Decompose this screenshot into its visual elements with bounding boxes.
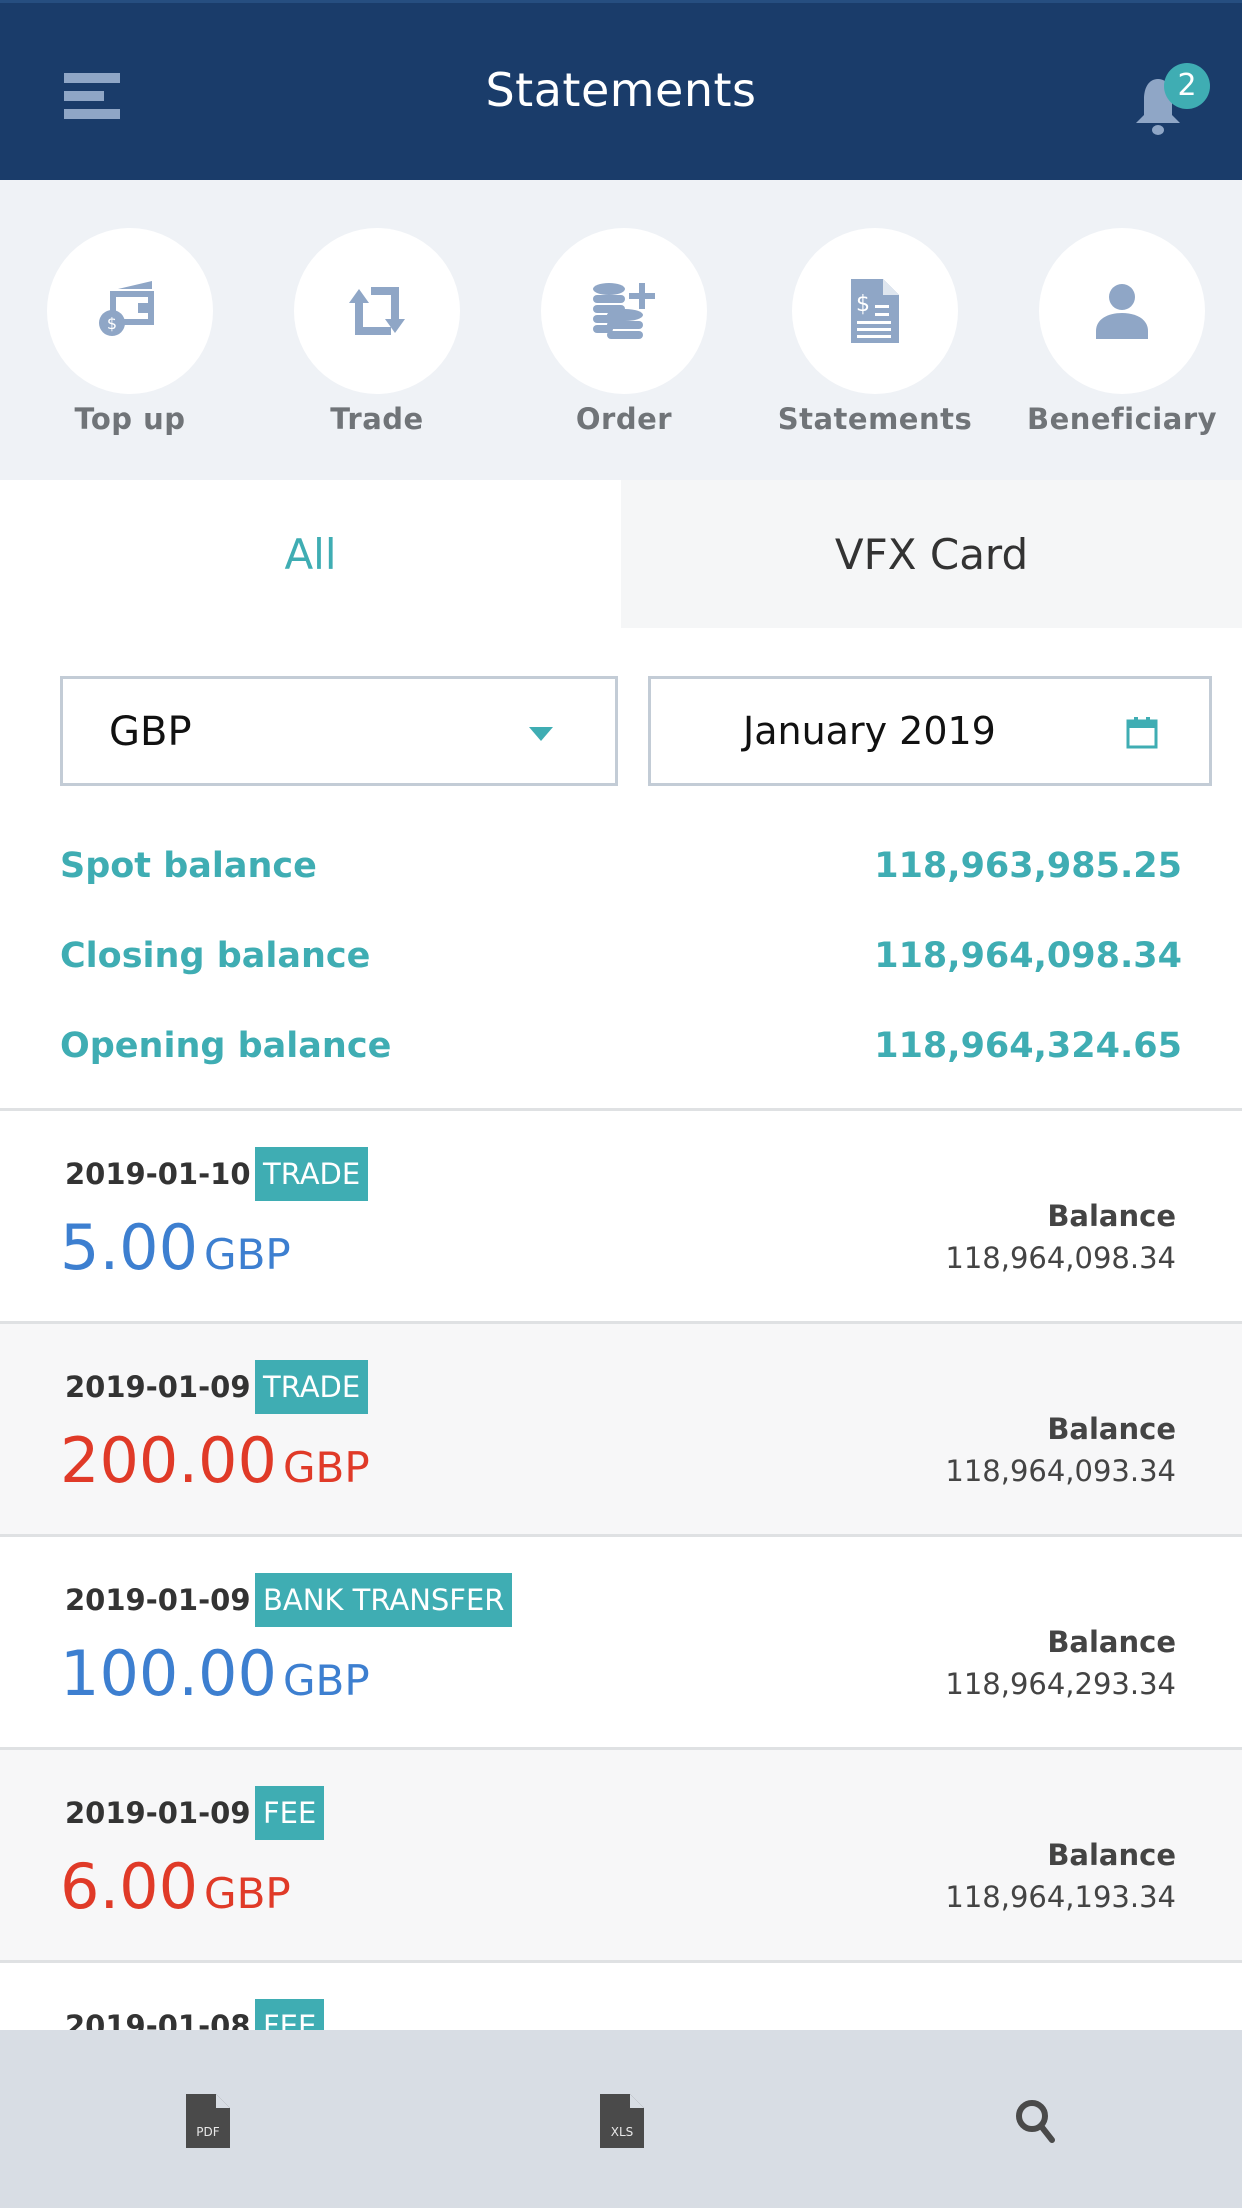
transaction-date: 2019-01-09 — [65, 1370, 251, 1404]
transaction-type-badge: BANK TRANSFER — [255, 1573, 513, 1627]
action-trade[interactable]: Trade — [277, 228, 477, 436]
transaction-amount: 200.00 GBP — [60, 1424, 370, 1497]
notification-badge: 2 — [1164, 63, 1210, 109]
tab-vfx-card[interactable]: VFX Card — [621, 480, 1242, 628]
running-balance-value: 118,964,293.34 — [945, 1667, 1176, 1701]
balance-label: Closing balance — [60, 936, 371, 976]
spot-balance-row: Spot balance 118,963,985.25 — [60, 846, 1182, 896]
transaction-type-badge: TRADE — [255, 1147, 369, 1201]
transaction-type-badge: TRADE — [255, 1360, 369, 1414]
export-xls-button[interactable]: XLS — [414, 2030, 828, 2208]
notifications-button[interactable]: 2 — [1120, 63, 1210, 143]
transaction-row[interactable]: 2019-01-09 FEE 6.00 GBP Balance 118,964,1… — [0, 1750, 1242, 1963]
action-label: Trade — [330, 402, 424, 436]
wallet-icon: $ — [99, 281, 154, 336]
transaction-date: 2019-01-09 — [65, 1583, 251, 1617]
running-balance-value: 118,964,093.34 — [945, 1454, 1176, 1488]
person-icon — [1096, 284, 1148, 339]
transaction-amount: 6.00 GBP — [60, 1850, 291, 1923]
action-label: Beneficiary — [1026, 402, 1218, 436]
transaction-row[interactable]: 2019-01-09 TRADE 200.00 GBP Balance 118,9… — [0, 1324, 1242, 1537]
balance-label: Opening balance — [60, 1026, 392, 1066]
transaction-row[interactable]: 2019-01-09 BANK TRANSFER 100.00 GBP Balan… — [0, 1537, 1242, 1750]
running-balance-label: Balance — [1047, 1412, 1176, 1446]
transaction-amount: 100.00 GBP — [60, 1637, 370, 1710]
currency-value: GBP — [109, 709, 192, 755]
running-balance-value: 118,964,193.34 — [945, 1880, 1176, 1914]
statement-document-icon: $ — [851, 279, 899, 343]
running-balance-label: Balance — [1047, 1199, 1176, 1233]
balance-value: 118,963,985.25 — [874, 846, 1182, 886]
search-button[interactable] — [828, 2030, 1242, 2208]
running-balance-label: Balance — [1047, 1625, 1176, 1659]
action-order[interactable]: Order — [524, 228, 724, 436]
balance-value: 118,964,098.34 — [874, 936, 1182, 976]
app-header: Statements 2 — [0, 0, 1242, 180]
svg-text:PDF: PDF — [196, 2125, 219, 2139]
transaction-date: 2019-01-10 — [65, 1157, 251, 1191]
action-beneficiary[interactable]: Beneficiary — [1022, 228, 1222, 436]
chevron-down-icon — [529, 727, 553, 741]
transaction-amount: 5.00 GBP — [60, 1211, 291, 1284]
period-value: January 2019 — [743, 709, 996, 753]
action-label: Statements — [777, 402, 973, 436]
pdf-file-icon: PDF — [186, 2094, 230, 2148]
balance-value: 118,964,324.65 — [874, 1026, 1182, 1066]
page-title: Statements — [485, 63, 757, 117]
action-label: Top up — [74, 402, 186, 436]
search-icon — [1016, 2100, 1055, 2143]
balance-label: Spot balance — [60, 846, 317, 886]
svg-text:$: $ — [856, 292, 870, 317]
calendar-icon — [1126, 717, 1158, 749]
closing-balance-row: Closing balance 118,964,098.34 — [60, 936, 1182, 986]
export-pdf-button[interactable]: PDF — [0, 2030, 414, 2208]
action-statements[interactable]: $ Statements — [775, 228, 975, 436]
running-balance-label: Balance — [1047, 1838, 1176, 1872]
period-picker[interactable]: January 2019 — [648, 676, 1212, 786]
action-top-up[interactable]: $ Top up — [30, 228, 230, 436]
running-balance-value: 118,964,098.34 — [945, 1241, 1176, 1275]
xls-file-icon: XLS — [600, 2094, 644, 2148]
transaction-type-badge: FEE — [255, 1786, 325, 1840]
transaction-row[interactable]: 2019-01-10 TRADE 5.00 GBP Balance 118,964… — [0, 1111, 1242, 1324]
exchange-icon — [349, 287, 405, 335]
svg-text:$: $ — [107, 314, 117, 333]
action-label: Order — [575, 402, 673, 436]
quick-actions: $ Top up Trade Order $ Statements Benefi… — [0, 180, 1242, 480]
svg-text:XLS: XLS — [611, 2125, 634, 2139]
statement-tabs: All VFX Card — [0, 480, 1242, 630]
currency-select[interactable]: GBP — [60, 676, 618, 786]
opening-balance-row: Opening balance 118,964,324.65 — [60, 1026, 1182, 1076]
tab-all[interactable]: All — [0, 480, 621, 630]
coins-plus-icon — [593, 283, 655, 339]
transaction-date: 2019-01-09 — [65, 1796, 251, 1830]
bottom-toolbar: PDF XLS — [0, 2030, 1242, 2208]
